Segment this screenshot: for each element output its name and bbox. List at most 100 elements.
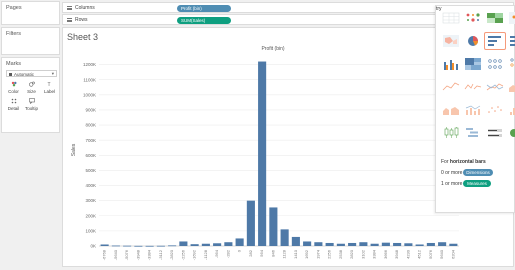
histogram-bar[interactable] bbox=[370, 243, 379, 246]
gantt-icon[interactable] bbox=[463, 125, 483, 141]
packed-bubbles-icon[interactable] bbox=[507, 125, 515, 141]
histogram-bar[interactable] bbox=[280, 229, 289, 246]
rows-icon bbox=[67, 18, 72, 22]
histogram-bar[interactable] bbox=[393, 242, 402, 246]
x-tick-label: -5076 bbox=[124, 249, 129, 260]
histogram-bar[interactable] bbox=[123, 245, 132, 247]
histogram-bar[interactable] bbox=[235, 238, 244, 246]
bullet-graph-icon[interactable] bbox=[485, 125, 505, 141]
histogram-bar[interactable] bbox=[111, 245, 120, 247]
stacked-bars-icon[interactable] bbox=[507, 33, 515, 49]
histogram-bar[interactable] bbox=[325, 242, 334, 246]
pie-chart-icon[interactable] bbox=[463, 33, 483, 49]
histogram-bar[interactable] bbox=[134, 245, 143, 247]
label-label: Label bbox=[43, 88, 55, 94]
x-tick-label: 282 bbox=[248, 249, 253, 256]
heat-map-icon[interactable] bbox=[463, 10, 483, 26]
y-tick-label: 700K bbox=[85, 138, 96, 143]
columns-pill-profit-bin[interactable]: Profit (bin) bbox=[177, 4, 231, 12]
filters-card[interactable]: Filters bbox=[1, 27, 60, 55]
histogram-bar[interactable] bbox=[168, 245, 177, 247]
histogram-bar[interactable] bbox=[438, 242, 447, 246]
y-tick-label: 400K bbox=[85, 183, 96, 188]
horizontal-bars-icon[interactable] bbox=[484, 32, 506, 50]
mark-type-dropdown[interactable]: Automatic ▾ bbox=[6, 70, 57, 77]
area-discrete-icon[interactable] bbox=[441, 102, 461, 118]
x-tick-label: -3112 bbox=[158, 249, 163, 260]
x-tick-label: 3666 bbox=[383, 249, 388, 259]
y-tick-label: 600K bbox=[85, 153, 96, 158]
chevron-down-icon: ▾ bbox=[51, 71, 54, 76]
histogram-bar[interactable] bbox=[381, 242, 390, 246]
side-by-side-circles-icon[interactable] bbox=[507, 56, 515, 72]
y-tick-label: 800K bbox=[85, 123, 96, 128]
dual-lines-icon[interactable] bbox=[485, 79, 505, 95]
histogram-bar[interactable] bbox=[190, 244, 199, 246]
color-button[interactable]: Color bbox=[5, 81, 22, 94]
histogram-bar[interactable] bbox=[258, 61, 267, 247]
x-tick-label: 2538 bbox=[338, 249, 343, 259]
side-by-side-bars-icon[interactable] bbox=[441, 56, 461, 72]
size-button[interactable]: Size bbox=[23, 81, 40, 94]
histogram-bar[interactable] bbox=[359, 242, 368, 246]
histogram-bar[interactable] bbox=[156, 245, 165, 247]
histogram-bar[interactable] bbox=[213, 243, 222, 246]
histogram-bar[interactable] bbox=[224, 242, 233, 246]
x-tick-label: -5640 bbox=[113, 249, 118, 260]
measure-requirement-pill: Measures bbox=[463, 180, 491, 187]
x-tick-label: -6768 bbox=[102, 249, 107, 260]
histogram-bar[interactable] bbox=[269, 207, 278, 246]
dimension-requirement-pill: Dimensions bbox=[463, 169, 493, 176]
x-tick-label: 0 bbox=[237, 249, 242, 252]
histogram-bar[interactable] bbox=[100, 244, 109, 246]
histogram-bar[interactable] bbox=[348, 242, 357, 246]
histogram-icon[interactable] bbox=[507, 102, 515, 118]
y-tick-label: 900K bbox=[85, 108, 96, 113]
circle-views-icon[interactable] bbox=[485, 56, 505, 72]
continuous-lines-icon[interactable] bbox=[441, 79, 461, 95]
y-tick-label: 0K bbox=[90, 244, 96, 249]
filled-map-icon[interactable] bbox=[441, 33, 461, 49]
tooltip-speech-icon bbox=[28, 98, 35, 104]
area-continuous-icon[interactable] bbox=[507, 79, 515, 95]
histogram-bar[interactable] bbox=[179, 241, 188, 246]
dual-combination-icon[interactable] bbox=[463, 102, 483, 118]
x-tick-label: 1128 bbox=[282, 249, 287, 258]
measure-requirement-text: 1 or more bbox=[441, 181, 463, 187]
text-table-icon[interactable] bbox=[441, 10, 461, 26]
highlight-table-icon[interactable] bbox=[485, 10, 505, 26]
dimension-requirement-text: 0 or more bbox=[441, 170, 463, 176]
tableau-workspace: Pages Filters Marks Automatic ▾ Color Si… bbox=[0, 0, 515, 270]
columns-icon bbox=[67, 6, 72, 10]
histogram-bar[interactable] bbox=[246, 200, 255, 246]
svg-text:T: T bbox=[47, 82, 50, 87]
x-tick-label: 2820 bbox=[349, 249, 354, 259]
pages-card[interactable]: Pages bbox=[1, 1, 60, 25]
histogram-bar[interactable] bbox=[201, 243, 210, 246]
y-tick-label: 200K bbox=[85, 213, 96, 218]
x-tick-label: 3948 bbox=[394, 249, 399, 259]
histogram-bar[interactable] bbox=[449, 243, 458, 246]
scatter-plot-icon[interactable] bbox=[485, 102, 505, 118]
detail-dots-icon bbox=[11, 98, 16, 104]
histogram-bar[interactable] bbox=[336, 243, 345, 246]
label-button[interactable]: T Label bbox=[41, 81, 58, 94]
symbol-map-icon[interactable] bbox=[507, 10, 515, 26]
show-me-hint: For horizontal bars bbox=[441, 159, 486, 165]
discrete-lines-icon[interactable] bbox=[463, 79, 483, 95]
detail-button[interactable]: Detail bbox=[5, 98, 22, 111]
histogram-bar[interactable] bbox=[404, 243, 413, 246]
box-whisker-icon[interactable] bbox=[441, 125, 461, 141]
histogram-bar[interactable] bbox=[426, 242, 435, 246]
treemap-icon[interactable] bbox=[463, 56, 483, 72]
filters-title: Filters bbox=[6, 31, 21, 37]
histogram-bar[interactable] bbox=[291, 236, 300, 246]
tooltip-button[interactable]: Tooltip bbox=[23, 98, 40, 111]
histogram-bar[interactable] bbox=[303, 241, 312, 246]
histogram-bar[interactable] bbox=[145, 245, 154, 247]
rows-pill-sum-sales[interactable]: SUM(Sales) bbox=[177, 16, 231, 24]
histogram-bar[interactable] bbox=[415, 244, 424, 246]
histogram-bar[interactable] bbox=[314, 242, 323, 246]
x-tick-label: 2256 bbox=[327, 249, 332, 259]
x-tick-label: 5076 bbox=[428, 249, 433, 259]
